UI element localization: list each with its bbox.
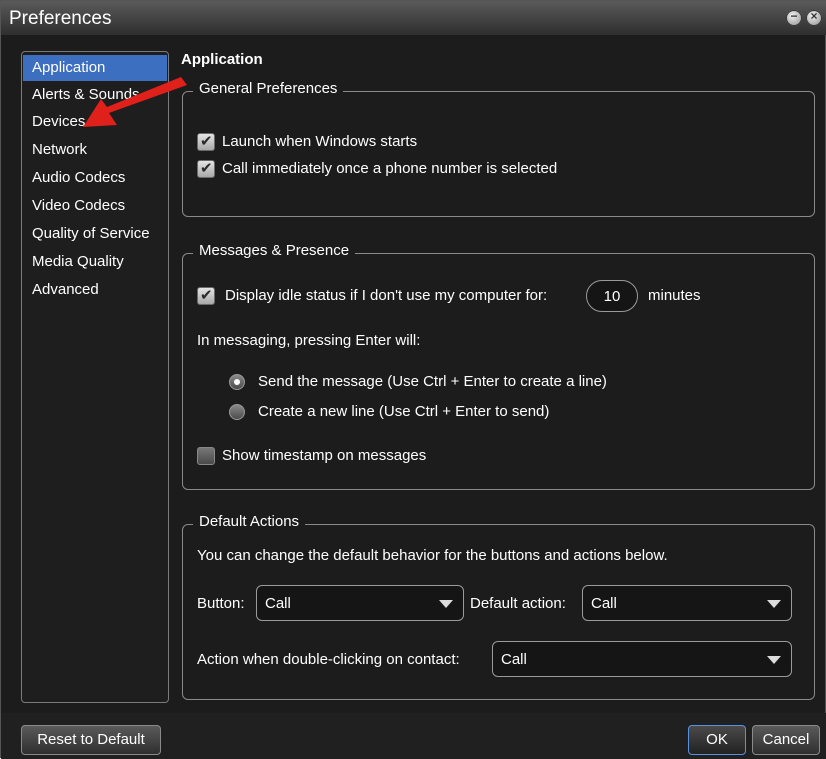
sidebar-item-network[interactable]: Network — [23, 137, 167, 163]
show-timestamp-checkbox[interactable] — [197, 447, 215, 465]
messages-presence-legend: Messages & Presence — [193, 242, 356, 259]
minimize-icon[interactable]: − — [786, 9, 802, 26]
sidebar-item-alerts-sounds[interactable]: Alerts & Sounds — [23, 82, 167, 108]
page-title: Application — [181, 51, 263, 68]
general-preferences-legend: General Preferences — [193, 80, 344, 97]
reset-to-default-button[interactable]: Reset to Default — [21, 725, 161, 755]
chevron-down-icon — [439, 600, 453, 608]
double-click-label: Action when double-clicking on contact: — [197, 651, 460, 668]
sidebar-item-audio-codecs[interactable]: Audio Codecs — [23, 165, 167, 191]
sidebar-item-quality-of-service[interactable]: Quality of Service — [23, 221, 167, 247]
call-immediately-checkbox[interactable] — [197, 159, 215, 178]
idle-status-label: Display idle status if I don't use my co… — [225, 287, 548, 304]
sidebar-item-video-codecs[interactable]: Video Codecs — [23, 193, 167, 219]
launch-on-startup-checkbox[interactable] — [197, 132, 215, 151]
send-message-radio-label: Send the message (Use Ctrl + Enter to cr… — [258, 373, 607, 390]
dialog-footer: Reset to Default OK Cancel — [1, 713, 826, 759]
call-immediately-label: Call immediately once a phone number is … — [222, 160, 558, 177]
idle-minutes-input[interactable]: 10 — [586, 280, 638, 312]
default-actions-group: Default Actions You can change the defau… — [182, 513, 815, 700]
new-line-radio-label: Create a new line (Use Ctrl + Enter to s… — [258, 403, 550, 420]
close-icon[interactable]: × — [806, 9, 822, 26]
default-action-select[interactable]: Call — [582, 585, 792, 621]
preferences-window: Preferences − × Application Alerts & Sou… — [0, 0, 826, 759]
button-select-value: Call — [265, 595, 291, 612]
ok-button[interactable]: OK — [688, 725, 746, 755]
settings-panel: Application General Preferences Launch w… — [181, 49, 821, 709]
default-action-label: Default action: — [470, 595, 566, 612]
idle-minutes-unit: minutes — [648, 287, 701, 304]
window-title: Preferences — [9, 8, 112, 29]
sidebar-item-media-quality[interactable]: Media Quality — [23, 249, 167, 275]
general-preferences-group: General Preferences Launch when Windows … — [182, 80, 815, 217]
button-label: Button: — [197, 595, 245, 612]
enter-behavior-label: In messaging, pressing Enter will: — [197, 332, 421, 349]
messages-presence-group: Messages & Presence Display idle status … — [182, 242, 815, 490]
sidebar-item-application[interactable]: Application — [23, 55, 167, 81]
category-list: Application Alerts & Sounds Devices Netw… — [21, 51, 169, 703]
sidebar-item-advanced[interactable]: Advanced — [23, 277, 167, 303]
new-line-radio[interactable] — [229, 404, 245, 420]
sidebar-item-devices[interactable]: Devices — [23, 109, 167, 135]
idle-status-checkbox[interactable] — [197, 286, 215, 305]
chevron-down-icon — [767, 656, 781, 664]
chevron-down-icon — [767, 600, 781, 608]
double-click-select-value: Call — [501, 651, 527, 668]
default-actions-description: You can change the default behavior for … — [197, 547, 668, 564]
cancel-button[interactable]: Cancel — [752, 725, 820, 755]
send-message-radio[interactable] — [229, 374, 245, 390]
default-action-select-value: Call — [591, 595, 617, 612]
launch-on-startup-label: Launch when Windows starts — [222, 133, 418, 150]
title-bar[interactable]: Preferences − × — [1, 1, 826, 35]
double-click-action-select[interactable]: Call — [492, 641, 792, 677]
default-actions-legend: Default Actions — [193, 513, 306, 530]
show-timestamp-label: Show timestamp on messages — [222, 447, 427, 464]
button-select[interactable]: Call — [256, 585, 464, 621]
